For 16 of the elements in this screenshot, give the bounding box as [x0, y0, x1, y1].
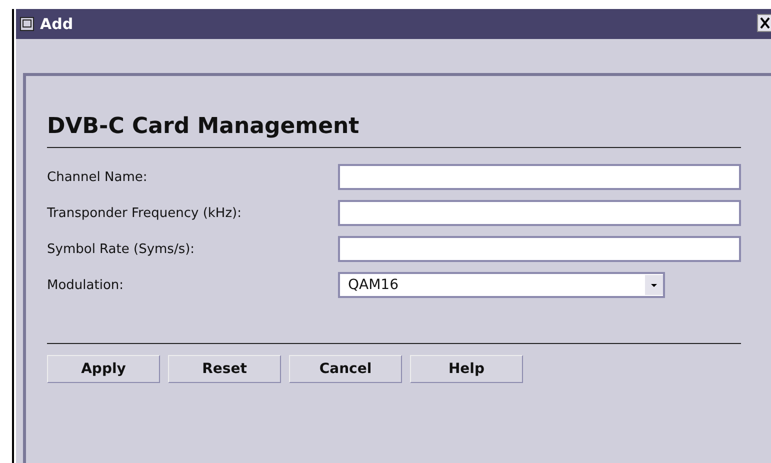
close-icon[interactable]: [757, 14, 771, 32]
form-heading: DVB-C Card Management: [47, 114, 360, 139]
window-title: Add: [40, 15, 74, 33]
field-label: Symbol Rate (Syms/s):: [47, 242, 196, 256]
dialog-button[interactable]: Cancel: [289, 355, 402, 383]
field-label: Modulation:: [47, 278, 125, 292]
dialog-button[interactable]: Reset: [168, 355, 281, 383]
dialog-button[interactable]: Apply: [47, 355, 160, 383]
field-label: Channel Name:: [47, 170, 148, 184]
window-menu-icon[interactable]: [20, 17, 34, 31]
input-field[interactable]: [338, 164, 741, 190]
input-field[interactable]: [338, 200, 741, 226]
dialog-button[interactable]: Help: [410, 355, 523, 383]
field-label: Transponder Frequency (kHz):: [47, 206, 242, 220]
dropdown[interactable]: QAM16: [338, 272, 665, 298]
input-field[interactable]: [338, 236, 741, 262]
